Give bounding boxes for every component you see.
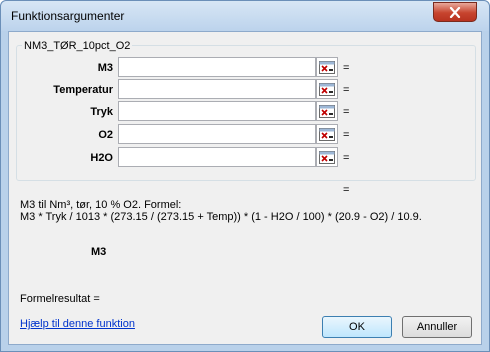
dialog-client-area: NM3_TØR_10pct_O2 M3 = Temperatur = Tryk	[8, 31, 482, 345]
range-reference-icon	[319, 150, 335, 164]
function-name: NM3_TØR_10pct_O2	[22, 40, 133, 52]
arg-label-temperatur: Temperatur	[53, 84, 113, 96]
arg-input-h2o[interactable]	[118, 147, 316, 167]
arg-label-o2: O2	[98, 129, 113, 141]
description-line-1: M3 til Nm³, tør, 10 % O2. Formel:	[20, 199, 182, 211]
function-result-equals: =	[343, 184, 350, 196]
range-ref-button-m3[interactable]	[316, 57, 338, 77]
arg-input-temperatur[interactable]	[118, 79, 316, 99]
range-ref-button-tryk[interactable]	[316, 101, 338, 121]
range-ref-button-temperatur[interactable]	[316, 79, 338, 99]
arg-input-tryk[interactable]	[118, 101, 316, 121]
title-bar[interactable]: Funktionsargumenter	[1, 1, 489, 31]
arg-input-o2[interactable]	[118, 124, 316, 144]
range-reference-icon	[319, 127, 335, 141]
range-reference-icon	[319, 104, 335, 118]
range-reference-icon	[319, 60, 335, 74]
range-reference-icon	[319, 82, 335, 96]
range-ref-button-o2[interactable]	[316, 124, 338, 144]
arg-equals-o2: =	[343, 129, 350, 141]
function-description: M3 til Nm³, tør, 10 % O2. Formel: M3 * T…	[20, 199, 422, 223]
cancel-button[interactable]: Annuller	[402, 316, 472, 338]
arg-equals-temperatur: =	[343, 84, 350, 96]
arg-label-m3: M3	[97, 62, 113, 74]
selected-argument-name: M3	[91, 246, 107, 258]
arg-label-h2o: H2O	[90, 152, 113, 164]
arg-label-tryk: Tryk	[90, 106, 113, 118]
arg-input-m3[interactable]	[118, 57, 316, 77]
dialog-title: Funktionsargumenter	[11, 9, 125, 23]
close-button[interactable]	[433, 2, 477, 22]
formula-result-label: Formelresultat =	[20, 293, 100, 305]
close-icon	[449, 6, 461, 18]
description-line-2: M3 * Tryk / 1013 * (273.15 / (273.15 + T…	[20, 211, 422, 223]
function-arguments-dialog: Funktionsargumenter NM3_TØR_10pct_O2 M3 …	[0, 0, 490, 352]
arg-equals-m3: =	[343, 62, 350, 74]
arg-equals-tryk: =	[343, 106, 350, 118]
ok-button[interactable]: OK	[322, 316, 392, 338]
arg-equals-h2o: =	[343, 152, 350, 164]
help-link[interactable]: Hjælp til denne funktion	[20, 318, 135, 330]
range-ref-button-h2o[interactable]	[316, 147, 338, 167]
